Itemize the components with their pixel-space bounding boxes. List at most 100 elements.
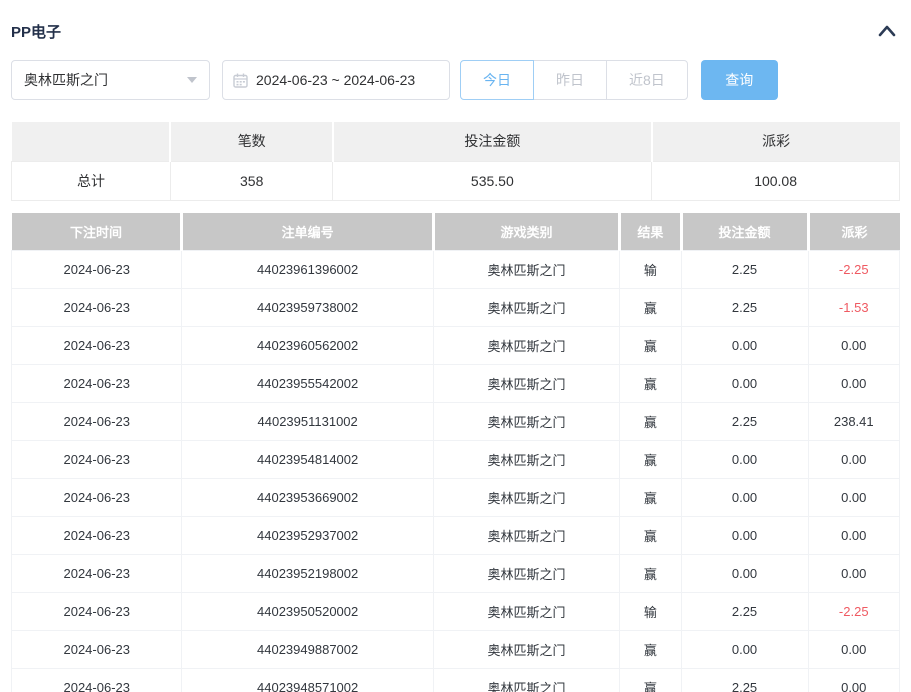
cell-bet-time: 2024-06-23 <box>12 631 182 669</box>
cell-payout: 0.00 <box>808 517 900 555</box>
date-range-input[interactable]: 2024-06-23 ~ 2024-06-23 <box>222 60 450 100</box>
cell-game-category: 奥林匹斯之门 <box>433 593 619 631</box>
cell-bet-time: 2024-06-23 <box>12 403 182 441</box>
cell-bet-time: 2024-06-23 <box>12 555 182 593</box>
cell-bet-amount: 0.00 <box>681 327 808 365</box>
cell-payout: 0.00 <box>808 479 900 517</box>
game-select[interactable]: 奥林匹斯之门 <box>11 60 210 100</box>
summary-payout: 100.08 <box>652 161 900 200</box>
cell-result: 赢 <box>620 289 681 327</box>
cell-order-number: 44023953669002 <box>182 479 433 517</box>
cell-order-number: 44023949887002 <box>182 631 433 669</box>
table-row: 2024-06-2344023949887002奥林匹斯之门赢0.000.00 <box>12 631 900 669</box>
cell-order-number: 44023951131002 <box>182 403 433 441</box>
calendar-icon <box>233 73 248 88</box>
cell-order-number: 44023961396002 <box>182 251 433 289</box>
search-button[interactable]: 查询 <box>701 60 778 100</box>
cell-game-category: 奥林匹斯之门 <box>433 289 619 327</box>
cell-result: 赢 <box>620 365 681 403</box>
detail-header-cell: 下注时间 <box>12 213 182 251</box>
cell-bet-time: 2024-06-23 <box>12 669 182 692</box>
cell-game-category: 奥林匹斯之门 <box>433 251 619 289</box>
cell-payout: 0.00 <box>808 669 900 692</box>
cell-order-number: 44023952937002 <box>182 517 433 555</box>
cell-bet-amount: 0.00 <box>681 479 808 517</box>
cell-result: 输 <box>620 251 681 289</box>
cell-result: 赢 <box>620 555 681 593</box>
cell-order-number: 44023960562002 <box>182 327 433 365</box>
cell-bet-amount: 2.25 <box>681 403 808 441</box>
panel-header: PP电子 <box>11 0 900 42</box>
cell-payout: 0.00 <box>808 365 900 403</box>
cell-result: 赢 <box>620 327 681 365</box>
cell-game-category: 奥林匹斯之门 <box>433 631 619 669</box>
cell-result: 赢 <box>620 479 681 517</box>
summary-header-cell: 投注金额 <box>333 122 652 161</box>
tab-last8days[interactable]: 近8日 <box>606 60 688 100</box>
cell-game-category: 奥林匹斯之门 <box>433 365 619 403</box>
cell-payout: 238.41 <box>808 403 900 441</box>
detail-header-cell: 派彩 <box>808 213 900 251</box>
cell-order-number: 44023954814002 <box>182 441 433 479</box>
cell-order-number: 44023950520002 <box>182 593 433 631</box>
cell-game-category: 奥林匹斯之门 <box>433 555 619 593</box>
cell-result: 赢 <box>620 517 681 555</box>
panel-title: PP电子 <box>11 21 61 42</box>
quick-date-tabs: 今日 昨日 近8日 <box>460 60 688 100</box>
cell-result: 赢 <box>620 403 681 441</box>
detail-header-cell: 游戏类别 <box>433 213 619 251</box>
table-row: 2024-06-2344023961396002奥林匹斯之门输2.25-2.25 <box>12 251 900 289</box>
cell-bet-amount: 2.25 <box>681 593 808 631</box>
detail-table: 下注时间注单编号游戏类别结果投注金额派彩 2024-06-23440239613… <box>11 213 900 692</box>
chevron-down-icon <box>187 77 197 83</box>
cell-bet-amount: 0.00 <box>681 631 808 669</box>
filter-bar: 奥林匹斯之门 2024-06-23 ~ 2024-06-23 <box>11 60 900 100</box>
cell-order-number: 44023952198002 <box>182 555 433 593</box>
cell-bet-time: 2024-06-23 <box>12 365 182 403</box>
detail-header-cell: 投注金额 <box>681 213 808 251</box>
cell-payout: 0.00 <box>808 631 900 669</box>
cell-bet-amount: 2.25 <box>681 251 808 289</box>
cell-bet-time: 2024-06-23 <box>12 327 182 365</box>
cell-payout: -2.25 <box>808 593 900 631</box>
tab-today[interactable]: 今日 <box>460 60 534 100</box>
cell-bet-time: 2024-06-23 <box>12 517 182 555</box>
cell-bet-time: 2024-06-23 <box>12 441 182 479</box>
summary-total-label: 总计 <box>12 161 171 200</box>
table-row: 2024-06-2344023954814002奥林匹斯之门赢0.000.00 <box>12 441 900 479</box>
cell-bet-amount: 0.00 <box>681 441 808 479</box>
table-row: 2024-06-2344023960562002奥林匹斯之门赢0.000.00 <box>12 327 900 365</box>
cell-payout: 0.00 <box>808 555 900 593</box>
cell-game-category: 奥林匹斯之门 <box>433 479 619 517</box>
detail-header-cell: 注单编号 <box>182 213 433 251</box>
summary-header-row: 笔数投注金额派彩 <box>12 122 900 161</box>
cell-game-category: 奥林匹斯之门 <box>433 517 619 555</box>
table-row: 2024-06-2344023953669002奥林匹斯之门赢0.000.00 <box>12 479 900 517</box>
cell-result: 赢 <box>620 669 681 692</box>
cell-bet-time: 2024-06-23 <box>12 593 182 631</box>
cell-bet-time: 2024-06-23 <box>12 251 182 289</box>
table-row: 2024-06-2344023950520002奥林匹斯之门输2.25-2.25 <box>12 593 900 631</box>
detail-header-row: 下注时间注单编号游戏类别结果投注金额派彩 <box>12 213 900 251</box>
game-select-value: 奥林匹斯之门 <box>24 70 187 90</box>
summary-bet-amount: 535.50 <box>333 161 652 200</box>
cell-result: 输 <box>620 593 681 631</box>
table-row: 2024-06-2344023959738002奥林匹斯之门赢2.25-1.53 <box>12 289 900 327</box>
cell-game-category: 奥林匹斯之门 <box>433 669 619 692</box>
cell-payout: 0.00 <box>808 441 900 479</box>
summary-count: 358 <box>170 161 333 200</box>
cell-order-number: 44023955542002 <box>182 365 433 403</box>
summary-header-cell: 派彩 <box>652 122 900 161</box>
collapse-button[interactable] <box>874 20 900 42</box>
tab-yesterday[interactable]: 昨日 <box>533 60 607 100</box>
date-range-value: 2024-06-23 ~ 2024-06-23 <box>256 72 415 88</box>
summary-table: 笔数投注金额派彩 总计 358 535.50 100.08 <box>11 122 900 201</box>
chevron-up-icon <box>877 24 897 38</box>
table-row: 2024-06-2344023951131002奥林匹斯之门赢2.25238.4… <box>12 403 900 441</box>
cell-result: 赢 <box>620 631 681 669</box>
detail-header-cell: 结果 <box>620 213 681 251</box>
detail-table-body: 2024-06-2344023961396002奥林匹斯之门输2.25-2.25… <box>12 251 900 692</box>
summary-total-row: 总计 358 535.50 100.08 <box>12 161 900 200</box>
cell-bet-amount: 0.00 <box>681 555 808 593</box>
table-row: 2024-06-2344023948571002奥林匹斯之门赢2.250.00 <box>12 669 900 692</box>
